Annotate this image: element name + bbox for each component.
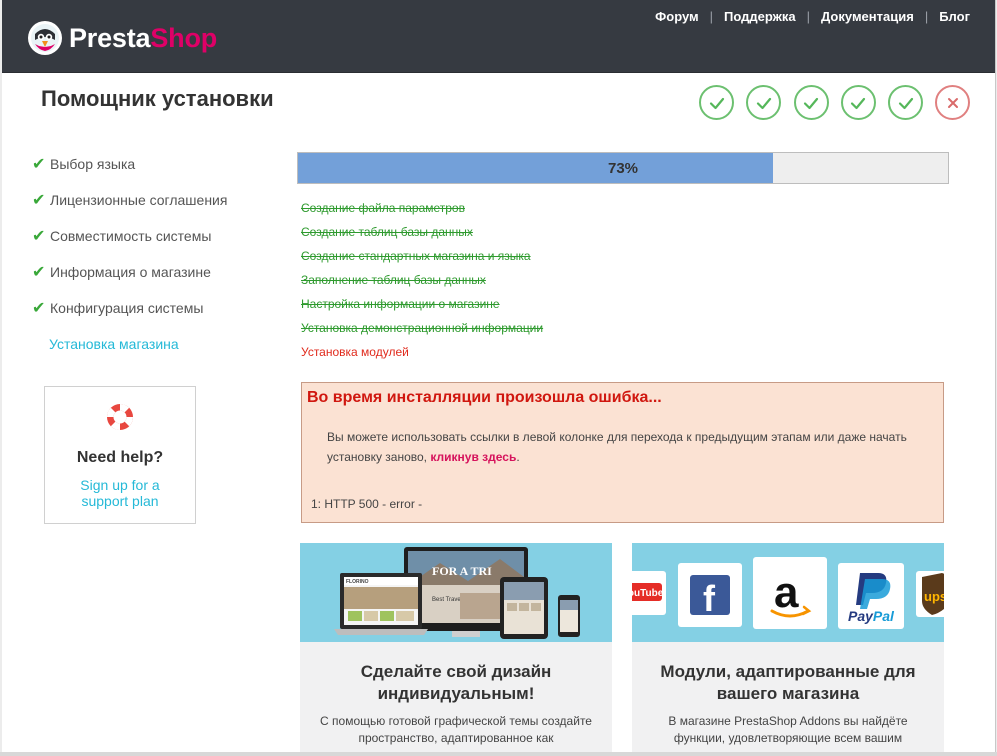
error-message: Вы можете использовать ссылки в левой ко…	[327, 430, 907, 464]
task-item: Создание стандартных магазина и языка	[301, 249, 531, 263]
site-caption: Best Travel	[432, 597, 462, 603]
prestashop-logo[interactable]: PrestaShop	[27, 20, 217, 56]
step-indicator	[699, 85, 983, 120]
checkmark-icon	[898, 97, 913, 109]
sidebar-step-label: Лицензионные соглашения	[50, 192, 228, 208]
facebook-logo: f	[703, 578, 716, 619]
nav-separator: |	[806, 9, 811, 24]
nav-separator: |	[924, 9, 929, 24]
check-icon: ✔	[32, 300, 46, 317]
task-item-current: Установка модулей	[301, 345, 409, 359]
card-title: Сделайте свой дизайн индивидуальным!	[360, 662, 552, 703]
error-panel: Во время инсталляции произошла ошибка...…	[301, 382, 944, 523]
sidebar-step-store-info: ✔ Информация о магазине	[32, 254, 272, 290]
sidebar-step-label: Информация о магазине	[50, 264, 211, 280]
task-item: Заполнение таблиц базы данных	[301, 273, 486, 287]
top-header: PrestaShop Форум | Поддержка | Документа…	[2, 0, 995, 73]
sidebar-step-system-config: ✔ Конфигурация системы	[32, 290, 272, 326]
step-complete-icon	[888, 85, 924, 120]
step-complete-icon	[793, 85, 829, 120]
step-complete-icon	[746, 85, 782, 120]
sidebar-step-store-install: Установка магазина	[49, 336, 179, 352]
puffin-logo-icon	[28, 21, 62, 55]
lifebuoy-icon	[106, 404, 134, 430]
site-name: FLORINO	[346, 579, 369, 585]
card-text: С помощью готовой графической темы созда…	[320, 714, 592, 745]
sidebar-step-label: Выбор языка	[50, 156, 136, 172]
check-icon: ✔	[32, 192, 46, 209]
promo-card-themes: FOR A TRI Best Travel FLORINO Сделайте с…	[300, 543, 612, 752]
youtube-logo-text: YouTube	[632, 588, 664, 599]
card-title: Модули, адаптированные для вашего магази…	[660, 662, 916, 703]
paypal-logo-text: PayPal	[848, 608, 895, 624]
checkmark-icon	[709, 97, 724, 109]
sidebar-step-compatibility: ✔ Совместимость системы	[32, 218, 272, 254]
page-title: Помощник установки	[41, 86, 274, 111]
restart-install-link[interactable]: кликнув здесь	[430, 450, 516, 464]
nav-link-support[interactable]: Поддержка	[724, 9, 796, 24]
checkmark-icon	[803, 97, 819, 109]
help-box: Need help? Sign up for a support plan	[44, 386, 196, 524]
logo-text: PrestaShop	[69, 22, 218, 53]
sidebar-step-label: Совместимость системы	[50, 228, 212, 244]
checkmark-icon	[851, 97, 866, 109]
checkmark-icon	[756, 97, 771, 109]
error-title: Во время инсталляции произошла ошибка...	[307, 389, 662, 406]
promo-card-modules: YouTube f a PayPal ups Мод	[632, 543, 944, 752]
sidebar-step-license: ✔ Лицензионные соглашения	[32, 182, 272, 218]
help-title: Need help?	[76, 449, 164, 466]
install-steps-sidebar: ✔ Выбор языка ✔ Лицензионные соглашения …	[32, 146, 272, 362]
top-navigation: Форум | Поддержка | Документация | Блог	[655, 9, 970, 24]
installer-window: PrestaShop Форум | Поддержка | Документа…	[2, 0, 996, 752]
check-icon: ✔	[32, 264, 46, 281]
partner-logos-icon: YouTube f a PayPal ups	[632, 543, 944, 642]
banner-text: FOR A TRI	[432, 564, 492, 578]
ups-logo-text: ups	[924, 589, 944, 604]
window-bottom-edge	[0, 752, 997, 756]
step-complete-icon	[840, 85, 876, 120]
step-complete-icon	[699, 85, 734, 120]
task-item: Создание таблиц базы данных	[301, 225, 473, 239]
task-item: Установка демонстрационной информации	[301, 321, 544, 335]
task-item: Настройка информации о магазине	[301, 297, 500, 311]
sidebar-step-language: ✔ Выбор языка	[32, 146, 272, 182]
check-icon: ✔	[32, 156, 46, 173]
error-code: 1: HTTP 500 - error -	[311, 497, 423, 511]
themes-banner-image: FOR A TRI Best Travel FLORINO	[300, 543, 612, 642]
amazon-logo: a	[774, 568, 799, 617]
install-task-list: Создание файла параметров Создание табли…	[301, 196, 543, 364]
progress-label: 73%	[607, 159, 639, 177]
support-plan-link[interactable]: Sign up for a support plan	[45, 477, 195, 509]
devices-illustration-icon: FOR A TRI Best Travel FLORINO	[300, 543, 612, 642]
task-item: Создание файла параметров	[301, 201, 465, 215]
cross-icon	[947, 97, 958, 108]
nav-link-forum[interactable]: Форум	[655, 9, 698, 24]
modules-banner-image: YouTube f a PayPal ups	[632, 543, 944, 642]
card-text: В магазине PrestaShop Addons вы найдёте …	[668, 714, 908, 745]
nav-link-blog[interactable]: Блог	[939, 9, 970, 24]
nav-link-documentation[interactable]: Документация	[821, 9, 914, 24]
sidebar-step-label: Конфигурация системы	[50, 300, 204, 316]
install-progress-bar: 73%	[297, 152, 949, 184]
nav-separator: |	[709, 9, 714, 24]
check-icon: ✔	[32, 228, 46, 245]
step-error-icon	[935, 85, 971, 120]
